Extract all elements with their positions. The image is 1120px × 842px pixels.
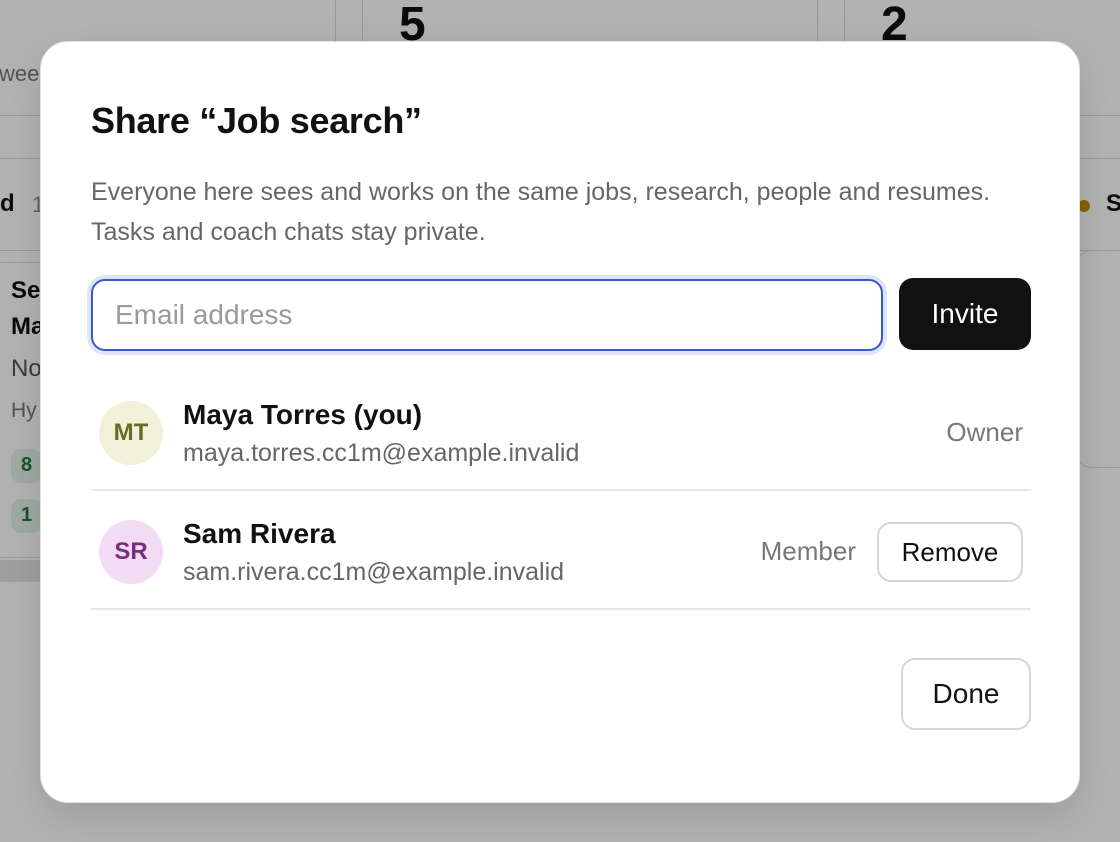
member-row: SR Sam Rivera sam.rivera.cc1m@example.in… bbox=[91, 492, 1031, 610]
member-name: Maya Torres (you) bbox=[183, 399, 423, 430]
done-button[interactable]: Done bbox=[901, 658, 1031, 730]
member-name: Sam Rivera bbox=[183, 518, 336, 549]
remove-member-button[interactable]: Remove bbox=[877, 522, 1023, 582]
share-dialog: Share “Job search” Everyone here sees an… bbox=[40, 41, 1080, 803]
dialog-description: Everyone here sees and works on the same… bbox=[91, 178, 991, 246]
member-role: Member bbox=[760, 536, 856, 566]
avatar: MT bbox=[99, 401, 163, 465]
member-row: MT Maya Torres (you) maya.torres.cc1m@ex… bbox=[91, 373, 1031, 491]
member-email: maya.torres.cc1m@example.invalid bbox=[183, 439, 580, 467]
avatar: SR bbox=[99, 520, 163, 584]
email-input[interactable] bbox=[91, 279, 883, 351]
member-role: Owner bbox=[946, 417, 1023, 447]
dialog-title: Share “Job search” bbox=[91, 100, 422, 141]
invite-button[interactable]: Invite bbox=[899, 278, 1031, 350]
member-email: sam.rivera.cc1m@example.invalid bbox=[183, 558, 565, 586]
